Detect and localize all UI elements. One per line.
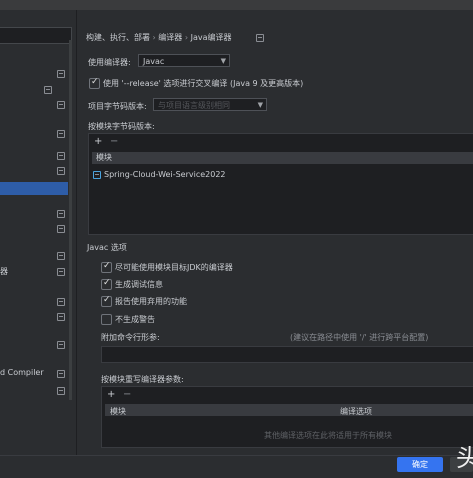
project-scope-icon: [57, 130, 65, 138]
compiler-label: 使用编译器:: [88, 58, 131, 67]
project-scope-icon: [57, 70, 65, 78]
additional-params-input[interactable]: [101, 346, 473, 363]
override-params-label: 按模块重写编译器参数:: [101, 375, 184, 384]
option-label: 生成调试信息: [115, 280, 163, 289]
option-checkbox[interactable]: [101, 261, 112, 273]
compiler-value: Javac: [143, 57, 165, 66]
sidebar-item-java-compiler[interactable]: [0, 182, 68, 195]
option-label: 尽可能使用模块目标JDK的编译器: [115, 263, 233, 272]
project-bytecode-label: 项目字节码版本:: [88, 102, 147, 111]
project-scope-icon: [57, 370, 65, 378]
remove-icon[interactable]: −: [110, 136, 118, 147]
project-scope-icon: [57, 387, 65, 395]
option-checkbox[interactable]: [101, 295, 112, 307]
project-bytecode-placeholder: 与项目语言级别相同: [158, 101, 230, 110]
breadcrumb-separator: ›: [184, 33, 189, 42]
project-scope-icon: [57, 167, 65, 175]
additional-params-hint: (建议在路径中使用 '/' 进行跨平台配置): [290, 333, 429, 342]
settings-search-input[interactable]: [0, 27, 72, 44]
override-table-empty-text: 其他编译选项在此将适用于所有模块: [264, 431, 392, 440]
remove-icon[interactable]: −: [123, 389, 131, 400]
chevron-down-icon: ▼: [257, 101, 263, 109]
option-checkbox[interactable]: [101, 278, 112, 290]
option-checkbox[interactable]: [101, 314, 112, 325]
javac-section-title: Javac 选项: [87, 243, 127, 252]
project-scope-icon: [57, 252, 65, 260]
project-scope-icon: [57, 152, 65, 160]
per-module-bytecode-label: 按模块字节码版本:: [88, 122, 155, 131]
breadcrumb: 构建、执行、部署 › 编译器 › Java编译器: [86, 32, 232, 43]
release-option-label: 使用 '--release' 选项进行交叉编译 (Java 9 及更高版本): [103, 79, 304, 88]
per-module-bytecode-table: [88, 133, 473, 235]
add-icon[interactable]: +: [107, 389, 115, 400]
sidebar-item-label[interactable]: 器: [0, 266, 8, 277]
project-scope-icon: [256, 34, 264, 42]
table-column-header[interactable]: 模块: [110, 406, 126, 417]
watermark-glyph: 头: [456, 444, 473, 472]
project-scope-icon: [57, 298, 65, 306]
project-bytecode-select[interactable]: 与项目语言级别相同 ▼: [153, 98, 267, 111]
breadcrumb-item[interactable]: 构建、执行、部署: [86, 33, 150, 42]
breadcrumb-item[interactable]: 编译器: [158, 33, 182, 42]
additional-params-label: 附加命令行形参:: [101, 333, 160, 342]
project-scope-icon: [57, 341, 65, 349]
breadcrumb-separator: ›: [152, 33, 156, 42]
release-option-checkbox[interactable]: [89, 77, 100, 89]
chevron-down-icon: ▼: [220, 57, 226, 65]
project-scope-icon: [57, 210, 65, 218]
ok-button[interactable]: 确定: [397, 457, 443, 472]
module-folder-icon: [93, 171, 101, 179]
project-scope-icon: [57, 101, 65, 109]
compiler-select[interactable]: Javac ▼: [138, 54, 230, 67]
sidebar-item-label[interactable]: d Compiler: [0, 368, 44, 377]
add-icon[interactable]: +: [94, 136, 102, 147]
project-scope-icon: [57, 268, 65, 276]
table-row[interactable]: Spring-Cloud-Wei-Service2022: [104, 170, 226, 179]
table-column-header[interactable]: 模块: [92, 152, 473, 164]
translate-icon: [44, 86, 52, 94]
sidebar-scrollbar[interactable]: [69, 40, 72, 400]
project-scope-icon: [57, 313, 65, 321]
table-column-header[interactable]: 编译选项: [340, 406, 372, 417]
option-label: 不生成警告: [115, 315, 155, 324]
project-scope-icon: [57, 225, 65, 233]
window-top-strip: [0, 0, 473, 10]
breadcrumb-item-current: Java编译器: [190, 33, 232, 42]
option-label: 报告使用弃用的功能: [115, 297, 187, 306]
override-table-header: [105, 404, 473, 416]
settings-sidebar: [0, 10, 77, 477]
